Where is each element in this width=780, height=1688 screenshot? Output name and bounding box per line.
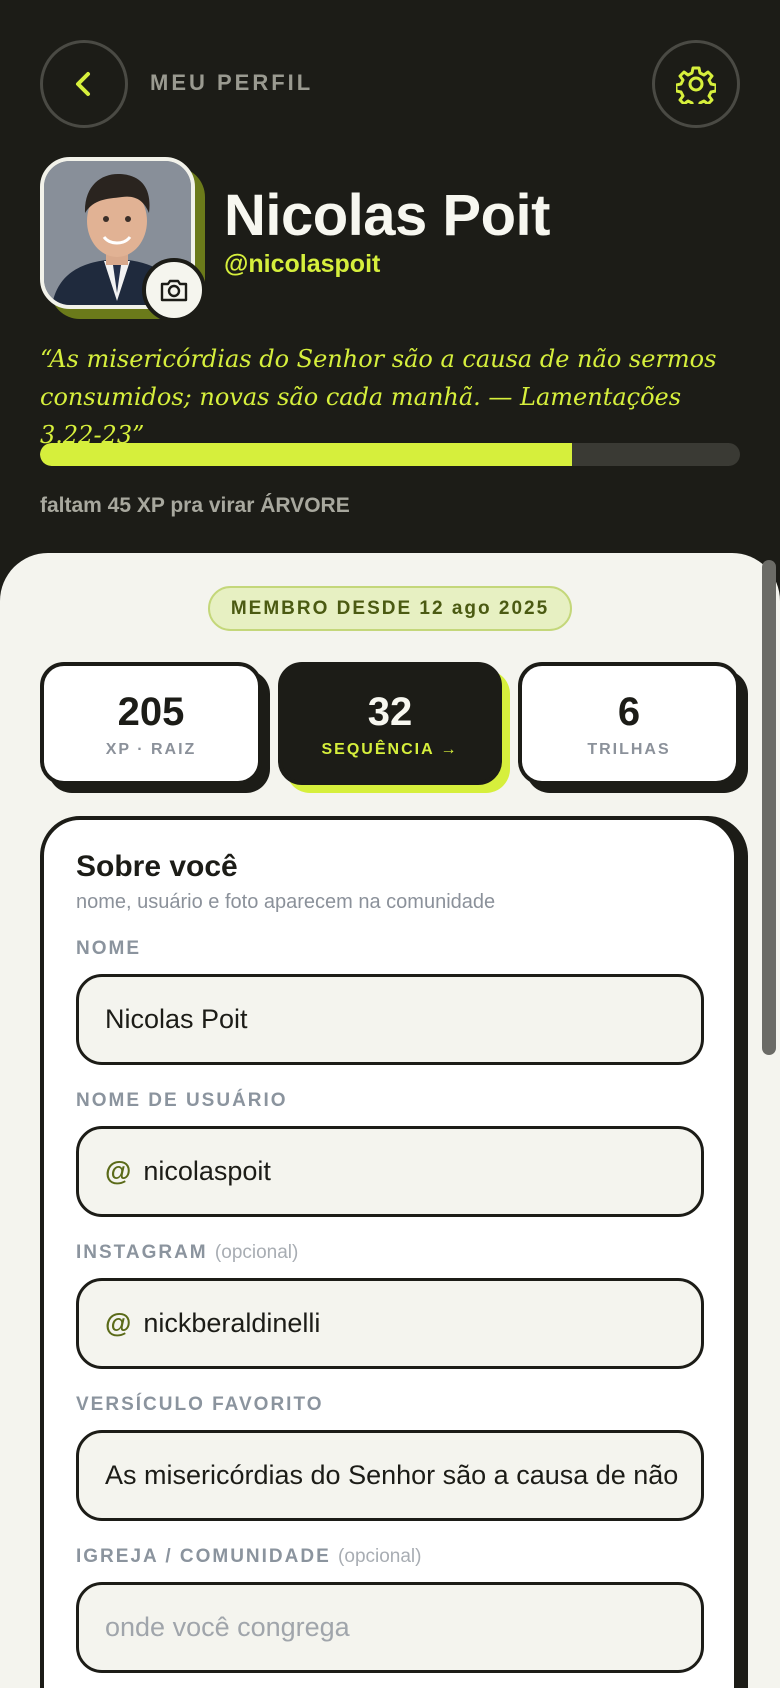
- about-subtitle: nome, usuário e foto aparecem na comunid…: [76, 891, 496, 913]
- username-label-text: NOME DE USUÁRIO: [76, 1090, 288, 1111]
- gear-icon: [676, 66, 716, 104]
- user-display-name: Nicolas Poit: [224, 183, 550, 248]
- username-label: NOME DE USUÁRIO: [76, 1090, 288, 1112]
- stat-streak-value: 32: [367, 690, 413, 734]
- optional-tag: (opcional): [214, 1242, 299, 1263]
- stat-trails: 6 TRILHAS: [518, 662, 740, 785]
- username-field[interactable]: @ nicolaspoit: [76, 1126, 704, 1217]
- stat-xp: 205 XP · RAIZ: [40, 662, 262, 785]
- stat-xp-label: XP · RAIZ: [105, 741, 197, 758]
- church-field-placeholder: onde você congrega: [105, 1612, 350, 1642]
- camera-icon: [160, 279, 188, 302]
- back-button[interactable]: [40, 40, 128, 128]
- stat-streak-button[interactable]: 32 SEQUÊNCIA →: [278, 662, 502, 785]
- optional-tag: (opcional): [338, 1546, 422, 1567]
- member-since-badge: MEMBRO DESDE 12 ago 2025: [208, 586, 572, 631]
- name-field-value: Nicolas Poit: [105, 1004, 248, 1034]
- chevron-left-icon: [76, 72, 90, 96]
- name-field[interactable]: Nicolas Poit: [76, 974, 704, 1065]
- xp-remaining-text: faltam 45 XP pra virar ÁRVORE: [40, 494, 350, 517]
- stat-trails-value: 6: [617, 690, 641, 734]
- church-label: IGREJA / COMUNIDADE (opcional): [76, 1546, 421, 1568]
- name-label-text: NOME: [76, 938, 141, 959]
- about-title: Sobre você: [76, 850, 238, 883]
- verse-field-value: As misericórdias do Senhor são a causa d…: [105, 1460, 679, 1490]
- settings-button[interactable]: [652, 40, 740, 128]
- at-sign-prefix: @: [105, 1308, 132, 1338]
- favorite-verse-quote: “As misericórdias do Senhor são a causa …: [40, 345, 717, 449]
- stat-xp-value: 205: [117, 690, 185, 734]
- name-label: NOME: [76, 938, 141, 960]
- user-handle: @nicolaspoit: [224, 250, 381, 278]
- instagram-field[interactable]: @ nickberaldinelli: [76, 1278, 704, 1369]
- stat-trails-label: TRILHAS: [587, 741, 671, 758]
- xp-progress-fill: [40, 443, 572, 466]
- verse-label: VERSÍCULO FAVORITO: [76, 1394, 324, 1416]
- verse-label-text: VERSÍCULO FAVORITO: [76, 1394, 324, 1415]
- verse-field[interactable]: As misericórdias do Senhor são a causa d…: [76, 1430, 704, 1521]
- at-sign-prefix: @: [105, 1156, 132, 1186]
- xp-progress-bar: [40, 443, 740, 466]
- instagram-label-text: INSTAGRAM: [76, 1242, 208, 1263]
- instagram-label: INSTAGRAM (opcional): [76, 1242, 298, 1264]
- church-field[interactable]: onde você congrega: [76, 1582, 704, 1673]
- church-label-text: IGREJA / COMUNIDADE: [76, 1546, 331, 1567]
- instagram-field-value: nickberaldinelli: [143, 1308, 321, 1338]
- username-field-value: nicolaspoit: [143, 1156, 271, 1186]
- change-photo-button[interactable]: [142, 258, 206, 322]
- scrollbar[interactable]: [762, 560, 776, 1055]
- page-title: MEU PERFIL: [150, 70, 314, 95]
- stat-streak-label: SEQUÊNCIA →: [321, 741, 459, 758]
